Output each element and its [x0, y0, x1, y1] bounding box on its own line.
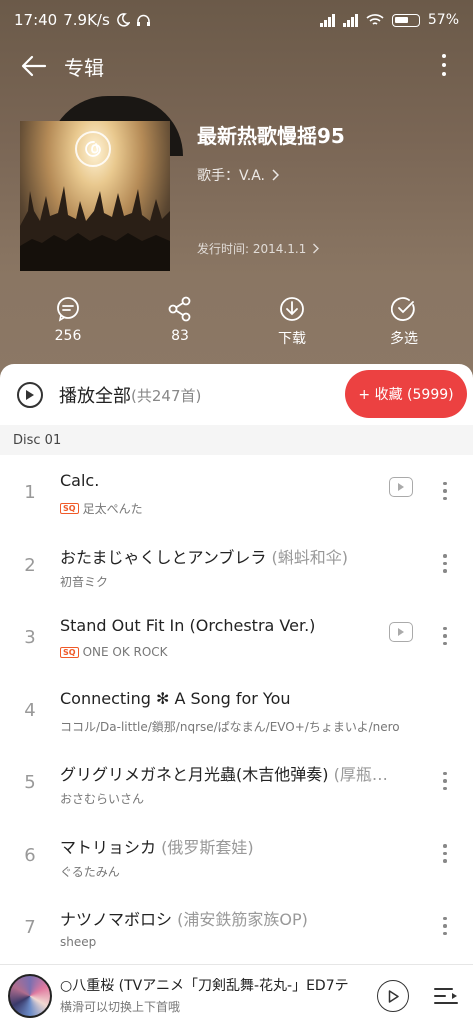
track-artist: sheep [60, 935, 97, 949]
comment-count: 256 [54, 328, 82, 344]
singer-label: 歌手：V.A. [197, 168, 266, 184]
signal-icon [319, 13, 335, 27]
singer-link[interactable]: 歌手：V.A. [197, 165, 280, 185]
back-button[interactable] [12, 44, 56, 88]
multiselect-icon [391, 297, 415, 321]
share-button[interactable]: 83 [145, 296, 215, 344]
crowd-image [20, 186, 170, 271]
release-date: 发行时间: 2014.1.1 [197, 242, 307, 256]
track-more-button[interactable] [435, 624, 455, 648]
track-more-button[interactable] [435, 842, 455, 866]
track-number: 5 [24, 772, 36, 793]
wifi-icon [366, 14, 384, 25]
track-row[interactable]: 2 おたまじゃくしとアンブレラ (蝌蚪和伞) 初音ミク [0, 528, 473, 601]
play-pause-button[interactable] [377, 980, 409, 1012]
track-row[interactable]: 3 Stand Out Fit In (Orchestra Ver.) SQ ON… [0, 600, 473, 673]
track-artist: おさむらいさん [60, 792, 145, 806]
comment-icon [57, 297, 79, 322]
top-bar: 专辑 [0, 40, 473, 92]
battery-icon [391, 13, 420, 27]
battery-level: 57 [427, 12, 446, 28]
signal-icon-2 [342, 13, 358, 27]
back-arrow-icon [21, 55, 47, 77]
album-title: 最新热歌慢摇95 [197, 124, 345, 148]
track-title: ナツノマボロシ (浦安鉄筋家族OP) [60, 910, 308, 929]
sq-badge: SQ [60, 503, 79, 514]
playlist-icon[interactable] [432, 982, 460, 1010]
moon-icon [116, 13, 130, 27]
track-more-button[interactable] [435, 552, 455, 576]
track-number: 1 [24, 482, 36, 503]
chevron-right-icon [272, 169, 280, 181]
track-row[interactable]: 7 ナツノマボロシ (浦安鉄筋家族OP) sheep [0, 890, 473, 963]
track-artist: SQ 足太ぺんた [60, 500, 143, 517]
multiselect-label: 多选 [390, 331, 418, 347]
track-list-panel: 播放全部 (共247首) + 收藏 (5999) Disc 01 1 Calc.… [0, 364, 473, 1024]
track-title: Calc. [60, 471, 100, 490]
headphones-icon [136, 14, 150, 26]
play-icon [388, 989, 399, 1003]
play-icon [398, 628, 404, 636]
track-title: Stand Out Fit In (Orchestra Ver.) [60, 616, 316, 635]
page-title: 专辑 [64, 55, 104, 80]
multiselect-button[interactable]: 多选 [369, 296, 439, 348]
share-count: 83 [171, 328, 189, 344]
netease-logo-icon [75, 131, 111, 167]
chevron-right-icon [313, 243, 320, 254]
track-title: マトリョシカ (俄罗斯套娃) [60, 837, 254, 857]
track-title: グリグリメガネと月光蟲(木吉他弹奏) (厚瓶… [60, 765, 388, 784]
track-number: 4 [24, 699, 36, 721]
share-icon [168, 296, 191, 322]
track-row[interactable]: 6 マトリョシカ (俄罗斯套娃) ぐるたみん [0, 818, 473, 891]
download-button[interactable]: 下载 [257, 296, 327, 348]
release-info[interactable]: 发行时间: 2014.1.1 [197, 240, 320, 257]
comment-button[interactable]: 256 [33, 296, 103, 344]
more-options-button[interactable] [429, 50, 459, 80]
disc-label: Disc 01 [0, 425, 473, 455]
collect-button[interactable]: + 收藏 (5999) [345, 370, 467, 418]
track-artist: 初音ミク [60, 574, 109, 589]
track-artist: SQ ONE OK ROCK [60, 645, 168, 659]
play-all-count: (共247首) [131, 386, 202, 405]
play-all-label: 播放全部 [59, 386, 131, 407]
track-title: おたまじゃくしとアンブレラ (蝌蚪和伞) [60, 547, 348, 567]
track-artist: ココル/Da-little/鎖那/nqrse/ぱなまん/EVO+/ちょまいよ/n… [60, 719, 400, 734]
track-number: 6 [24, 844, 36, 866]
now-playing-hint: 横滑可以切换上下首哦 [60, 1000, 181, 1014]
track-row[interactable]: 1 Calc. SQ 足太ぺんた [0, 455, 473, 528]
track-more-button[interactable] [435, 914, 455, 938]
track-number: 3 [24, 627, 36, 648]
download-label: 下载 [278, 331, 306, 347]
track-number: 2 [24, 554, 36, 576]
track-row[interactable]: 4 Connecting ✻ A Song for You ココル/Da-lit… [0, 673, 473, 746]
album-header: 17:40 7.9K/s 57% 专辑 最新热歌慢摇95 歌手：V.A. 发行时… [0, 0, 473, 395]
action-bar: 256 83 下载 多选 [0, 296, 473, 352]
play-all-row[interactable]: 播放全部 (共247首) + 收藏 (5999) [0, 364, 473, 426]
play-all-icon [17, 382, 43, 408]
album-cover[interactable] [20, 121, 170, 271]
mini-player[interactable]: ○八重桜 (TVアニメ「刀剣乱舞-花丸-」ED7テ 横滑可以切换上下首哦 [0, 964, 473, 1024]
battery-unit: % [445, 12, 459, 28]
status-time: 17:40 [14, 11, 58, 29]
track-row[interactable]: 5 グリグリメガネと月光蟲(木吉他弹奏) (厚瓶… おさむらいさん [0, 745, 473, 818]
track-more-button[interactable] [435, 769, 455, 793]
track-number: 7 [24, 917, 36, 938]
mv-play-button[interactable] [389, 622, 413, 642]
download-icon [280, 297, 304, 321]
status-bar: 17:40 7.9K/s 57% [0, 0, 473, 40]
track-more-button[interactable] [435, 479, 455, 503]
sq-badge: SQ [60, 646, 79, 658]
mv-play-button[interactable] [389, 477, 413, 497]
status-speed: 7.9K/s [63, 11, 110, 29]
play-icon [398, 483, 404, 491]
track-artist: ぐるたみん [60, 864, 120, 879]
now-playing-title: ○八重桜 (TVアニメ「刀剣乱舞-花丸-」ED7テ [60, 978, 349, 994]
now-playing-art[interactable] [8, 974, 52, 1018]
track-list: 1 Calc. SQ 足太ぺんた 2 おたまじゃくしとアンブレラ (蝌蚪和伞) 初… [0, 455, 473, 963]
track-title: Connecting ✻ A Song for You [60, 688, 291, 708]
